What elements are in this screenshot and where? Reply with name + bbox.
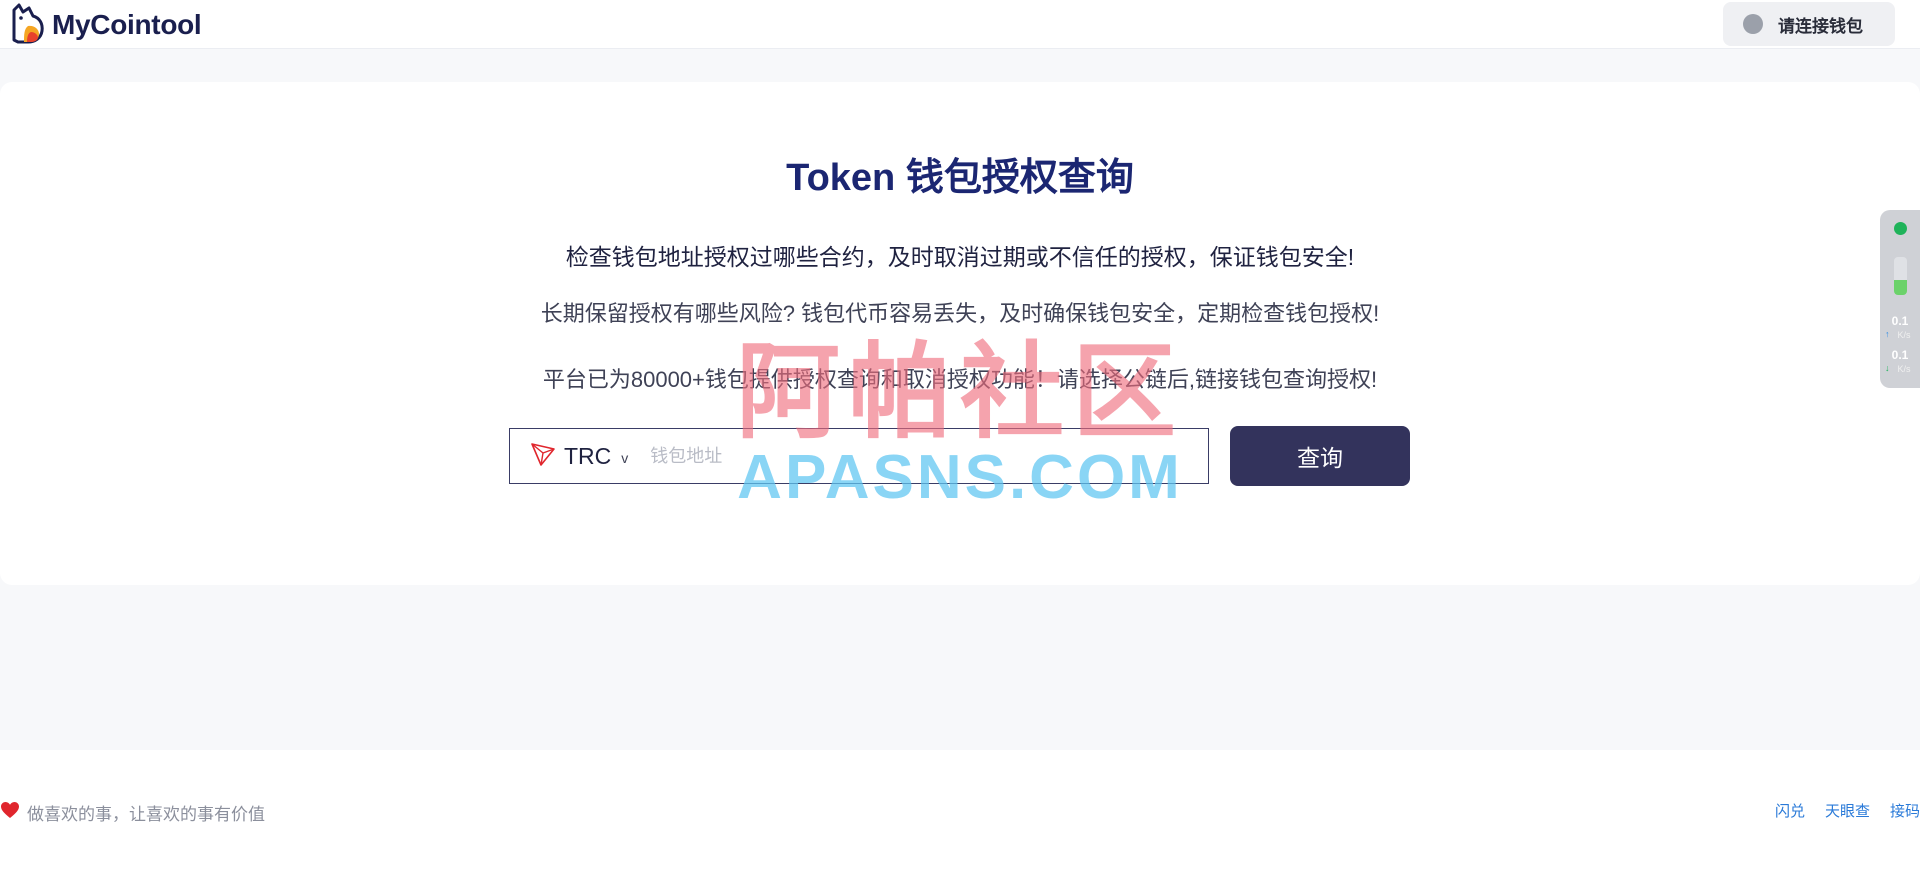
wallet-search-box: TRC v <box>509 428 1209 484</box>
status-dot-icon <box>1894 222 1907 235</box>
logo-icon <box>9 2 47 49</box>
query-button[interactable]: 查询 <box>1230 426 1410 486</box>
description-secondary: 长期保留授权有哪些风险? 钱包代币容易丢失，及时确保钱包安全，定期检查钱包授权! <box>540 301 1380 326</box>
slogan-text: 做喜欢的事，让喜欢的事有价值 <box>27 805 265 824</box>
description-tertiary: 平台已为80000+钱包提供授权查询和取消授权功能！请选择公链后,链接钱包查询授… <box>542 367 1378 392</box>
logo-link[interactable]: MyCointool <box>9 2 202 49</box>
download-speed-unit: K/s <box>1897 364 1911 374</box>
footer-link-flash-swap[interactable]: 闪兑 <box>1775 800 1805 821</box>
footer-links: 闪兑 天眼查 接码 <box>1755 800 1920 821</box>
connect-wallet-label: 请连接钱包 <box>1778 16 1863 36</box>
tron-icon <box>530 441 556 472</box>
page-title: Token 钱包授权查询 <box>786 157 1134 199</box>
footer-link-skyeye[interactable]: 天眼查 <box>1825 800 1870 821</box>
connect-wallet-button[interactable]: 请连接钱包 <box>1723 2 1895 46</box>
top-header: MyCointool 请连接钱包 <box>0 0 1920 49</box>
footer-link-sms-code[interactable]: 接码 <box>1890 800 1920 821</box>
logo-text: MyCointool <box>52 9 202 40</box>
footer-slogan: 做喜欢的事，让喜欢的事有价值 <box>0 800 265 825</box>
chain-selector-label: TRC <box>564 442 612 469</box>
chevron-down-icon: v <box>621 450 629 466</box>
footer: 做喜欢的事，让喜欢的事有价值 闪兑 天眼查 接码 <box>0 750 1920 870</box>
upload-speed-unit: K/s <box>1897 330 1911 340</box>
chain-selector[interactable]: TRC v <box>530 429 628 483</box>
network-speed-widget[interactable]: 0.1 ↑ K/s 0.1 ↓ K/s <box>1880 210 1920 388</box>
upload-speed-value: 0.1 <box>1891 314 1909 328</box>
description-primary: 检查钱包地址授权过哪些合约，及时取消过期或不信任的授权，保证钱包安全! <box>565 244 1355 270</box>
usage-bar-fill <box>1894 279 1907 295</box>
wallet-address-input[interactable] <box>648 435 1208 477</box>
heart-icon <box>0 801 20 824</box>
download-speed-value: 0.1 <box>1891 348 1909 362</box>
main-card: Token 钱包授权查询 检查钱包地址授权过哪些合约，及时取消过期或不信任的授权… <box>0 82 1920 585</box>
wallet-status-icon <box>1743 14 1763 34</box>
usage-bar <box>1894 257 1907 295</box>
